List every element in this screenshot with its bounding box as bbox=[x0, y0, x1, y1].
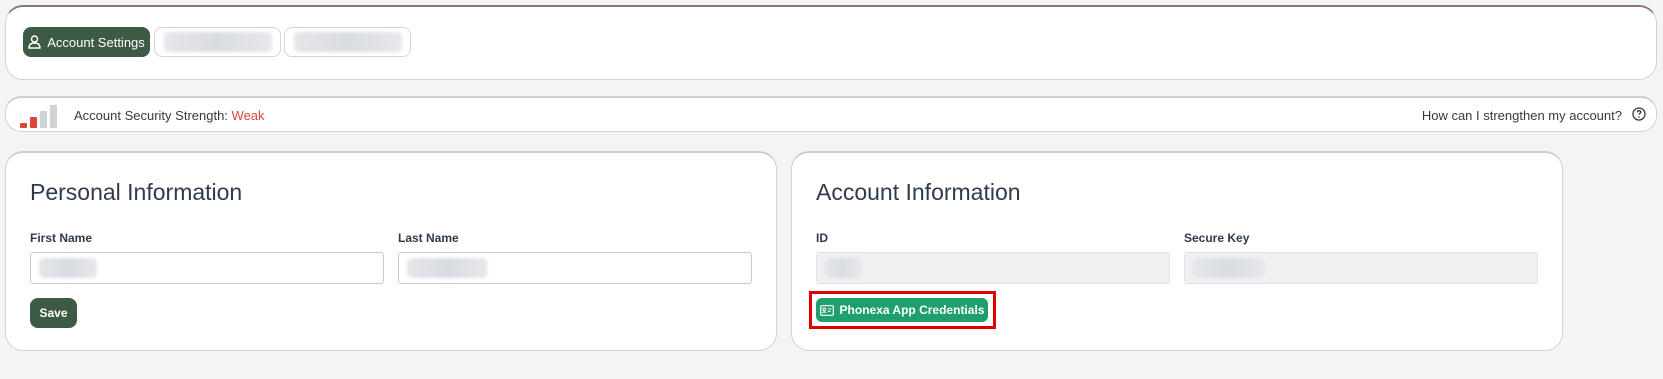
tab-account-settings[interactable]: Account Settings bbox=[23, 27, 150, 57]
secure-key-label: Secure Key bbox=[1184, 231, 1250, 245]
redacted-value bbox=[39, 258, 97, 278]
last-name-field[interactable] bbox=[398, 252, 752, 284]
security-strength-text: Account Security Strength: Weak bbox=[74, 108, 265, 123]
strength-bar bbox=[20, 123, 27, 128]
security-strength-bar: Account Security Strength: Weak How can … bbox=[5, 96, 1657, 132]
strengthen-account-link[interactable]: How can I strengthen my account? bbox=[1422, 108, 1622, 123]
help-circle-icon[interactable] bbox=[1632, 107, 1646, 121]
user-icon bbox=[28, 35, 41, 49]
app-credentials-label: Phonexa App Credentials bbox=[839, 303, 985, 317]
last-name-label: Last Name bbox=[398, 231, 459, 245]
tab-redacted-2[interactable] bbox=[284, 27, 411, 57]
redacted-value bbox=[1193, 258, 1265, 278]
id-label: ID bbox=[816, 231, 828, 245]
redacted-tab-label bbox=[163, 32, 272, 52]
account-information-title: Account Information bbox=[816, 179, 1021, 205]
save-button[interactable]: Save bbox=[30, 298, 77, 328]
secure-key-field bbox=[1184, 252, 1538, 284]
strength-bar bbox=[50, 105, 57, 128]
id-field bbox=[816, 252, 1170, 284]
first-name-field[interactable] bbox=[30, 252, 384, 284]
id-card-icon bbox=[819, 304, 834, 316]
tab-account-settings-label: Account Settings bbox=[47, 34, 145, 50]
security-strength-label: Account Security Strength: bbox=[74, 108, 228, 123]
strength-bar bbox=[40, 111, 47, 128]
tab-redacted-1[interactable] bbox=[154, 27, 281, 57]
personal-information-title: Personal Information bbox=[30, 179, 243, 205]
redacted-tab-label bbox=[293, 32, 402, 52]
account-information-card: Account Information ID Secure Key Phonex… bbox=[791, 151, 1563, 351]
security-strength-value: Weak bbox=[231, 108, 265, 123]
app-credentials-button[interactable]: Phonexa App Credentials bbox=[816, 298, 988, 322]
tabs-card: Account Settings bbox=[5, 5, 1657, 80]
personal-information-card: Personal Information First Name Last Nam… bbox=[5, 151, 777, 351]
signal-bars-icon bbox=[20, 104, 60, 128]
redacted-value bbox=[407, 258, 487, 278]
first-name-label: First Name bbox=[30, 231, 93, 245]
redacted-value bbox=[825, 258, 861, 278]
strength-bar bbox=[30, 117, 37, 128]
